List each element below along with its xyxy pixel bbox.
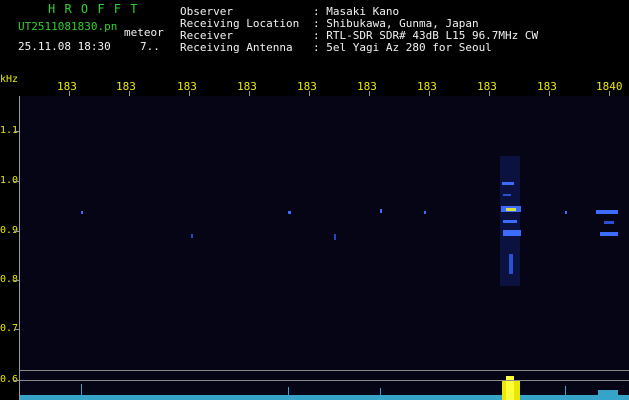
y-axis <box>19 96 20 400</box>
mode-label: meteor <box>124 26 164 39</box>
echo-streak <box>509 254 513 274</box>
strong-meteor-echo <box>500 156 521 286</box>
echo-streak <box>604 221 614 224</box>
x-tick <box>69 91 70 96</box>
x-tick-label: 183 <box>537 80 557 93</box>
y-tick <box>14 280 20 281</box>
trace <box>81 211 83 214</box>
spike <box>565 386 566 400</box>
echo-streak <box>503 220 517 223</box>
echo-streak <box>503 194 511 196</box>
y-unit-label: kHz <box>0 74 19 85</box>
x-tick-label: 183 <box>417 80 437 93</box>
file-name: UT2511081830.pn <box>18 20 118 33</box>
y-tick <box>14 231 20 232</box>
trace <box>191 234 193 238</box>
noise-floor <box>20 395 629 400</box>
x-tick <box>309 91 310 96</box>
x-tick <box>609 91 610 96</box>
x-tick <box>189 91 190 96</box>
spectrogram-svg <box>20 156 629 400</box>
spike <box>81 384 82 400</box>
spike <box>380 388 381 400</box>
trace <box>334 234 336 240</box>
x-tick <box>549 91 550 96</box>
x-tick <box>249 91 250 96</box>
echo-streak <box>596 210 618 214</box>
right-edge-echo <box>596 210 618 236</box>
trace <box>288 211 291 214</box>
x-tick-label: 183 <box>177 80 197 93</box>
trace <box>380 209 382 213</box>
spectrogram-plot <box>20 96 629 400</box>
x-tick <box>489 91 490 96</box>
x-tick-label: 183 <box>357 80 377 93</box>
station-name: H R O F F T <box>48 2 139 16</box>
trace <box>424 211 426 214</box>
x-tick-label: 183 <box>237 80 257 93</box>
echo-streak <box>502 182 514 185</box>
gridline <box>20 380 629 381</box>
date-time: 25.11.08 18:30 <box>18 40 111 53</box>
x-tick-label: 183 <box>477 80 497 93</box>
meteor-count: 7.. <box>140 40 160 53</box>
info-label: Receiving Antenna <box>180 41 293 54</box>
y-tick <box>14 181 20 182</box>
echo-streak <box>503 230 521 236</box>
spike <box>288 387 289 400</box>
y-tick <box>14 329 20 330</box>
x-tick-label: 183 <box>297 80 317 93</box>
x-tick-label: 183 <box>57 80 77 93</box>
x-tick <box>129 91 130 96</box>
echo-streak <box>600 232 618 236</box>
x-tick <box>429 91 430 96</box>
trace <box>565 211 567 214</box>
info-value: : 5el Yagi Az 280 for Seoul <box>313 41 492 54</box>
echo-streak <box>506 208 516 211</box>
x-tick <box>369 91 370 96</box>
faint-meteor-traces <box>81 209 567 240</box>
y-tick <box>14 380 20 381</box>
x-tick-label: 183 <box>116 80 136 93</box>
y-tick <box>14 131 20 132</box>
spike <box>598 390 618 400</box>
gridline <box>20 370 629 371</box>
